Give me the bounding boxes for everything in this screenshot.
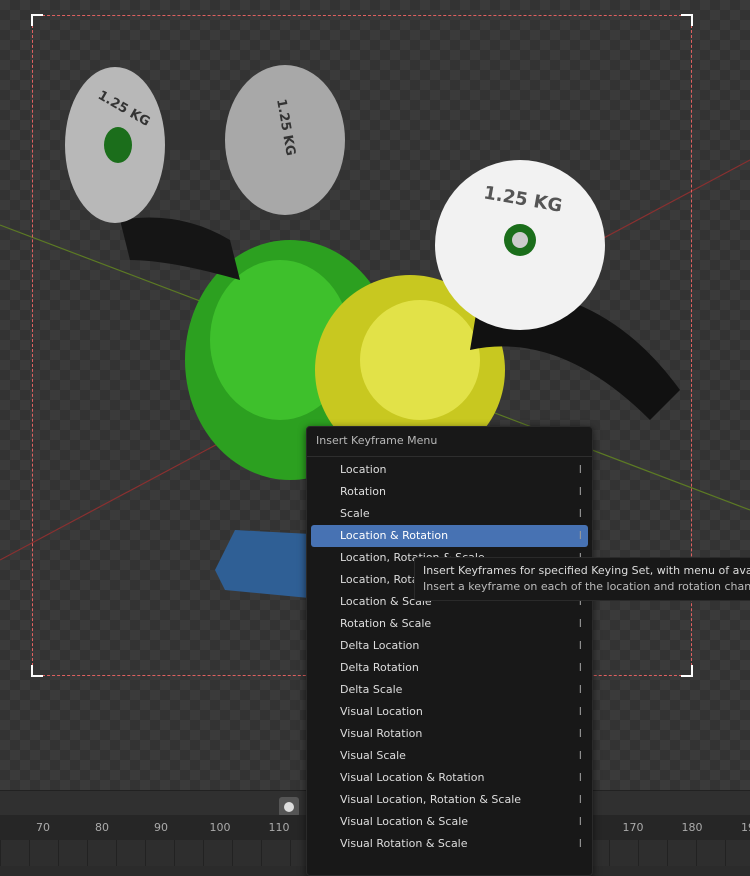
- shortcut-hint: I: [578, 705, 582, 718]
- frame-tick: 180: [681, 821, 703, 834]
- shortcut-hint: I: [578, 485, 582, 498]
- menu-item[interactable]: Visual Location I: [311, 701, 588, 723]
- menu-item-label: Location: [340, 463, 387, 476]
- menu-item-label: Visual Scale: [340, 749, 406, 762]
- menu-item-label: Delta Scale: [340, 683, 403, 696]
- shortcut-hint: I: [578, 683, 582, 696]
- tooltip-title: Insert Keyframes for specified Keying Se…: [423, 564, 750, 577]
- insert-keyframe-menu: Insert Keyframe Menu Location I Rotation I S…: [306, 426, 593, 876]
- menu-item[interactable]: Visual Scale I: [311, 745, 588, 767]
- menu-item-label: Delta Rotation: [340, 661, 419, 674]
- menu-item-label: Visual Location, Rotation & Scale: [340, 793, 522, 806]
- menu-item[interactable]: Rotation & Scale I: [311, 613, 588, 635]
- menu-item-label: Rotation & Scale: [340, 617, 432, 630]
- frame-tick: 90: [154, 821, 168, 834]
- menu-item[interactable]: Visual Location, Rotation & Scale I: [311, 789, 588, 811]
- menu-item[interactable]: Visual Rotation I: [311, 723, 588, 745]
- menu-item[interactable]: Rotation I: [311, 481, 588, 503]
- shortcut-hint: I: [578, 463, 582, 476]
- shortcut-hint: I: [578, 837, 582, 850]
- record-button[interactable]: [279, 797, 299, 817]
- frame-tick: 100: [209, 821, 231, 834]
- menu-item-label: Scale: [340, 507, 370, 520]
- frame-tick: 70: [36, 821, 50, 834]
- shortcut-hint: I: [578, 793, 582, 806]
- menu-item-label: Location & Rotation: [340, 529, 449, 542]
- frame-tick: 80: [95, 821, 109, 834]
- tooltip: Insert Keyframes for specified Keying Se…: [414, 557, 750, 601]
- menu-item[interactable]: Visual Rotation & Scale I: [311, 833, 588, 855]
- shortcut-hint: I: [578, 617, 582, 630]
- frame-tick: 110: [268, 821, 290, 834]
- menu-item-label: Visual Location & Rotation: [340, 771, 485, 784]
- menu-item[interactable]: Visual Location & Rotation I: [311, 767, 588, 789]
- menu-title: Insert Keyframe Menu: [307, 427, 592, 457]
- frame-tick: 19: [741, 821, 750, 834]
- shortcut-hint: I: [578, 507, 582, 520]
- shortcut-hint: I: [578, 771, 582, 784]
- menu-item-label: Visual Location & Scale: [340, 815, 469, 828]
- menu-item[interactable]: Delta Scale I: [311, 679, 588, 701]
- menu-item[interactable]: Delta Rotation I: [311, 657, 588, 679]
- menu-item-label: Delta Location: [340, 639, 420, 652]
- shortcut-hint: I: [578, 727, 582, 740]
- menu-item[interactable]: Delta Location I: [311, 635, 588, 657]
- menu-item-label: Visual Location: [340, 705, 423, 718]
- shortcut-hint: I: [578, 639, 582, 652]
- menu-item-label: Visual Rotation & Scale: [340, 837, 468, 850]
- frame-tick: 170: [622, 821, 644, 834]
- menu-item-label: Rotation: [340, 485, 387, 498]
- shortcut-hint: I: [578, 661, 582, 674]
- shortcut-hint: I: [578, 529, 582, 542]
- menu-item-label: Visual Rotation: [340, 727, 423, 740]
- tooltip-description: Insert a keyframe on each of the locatio…: [423, 580, 750, 593]
- menu-item[interactable]: Location & Rotation I: [311, 525, 588, 547]
- menu-item[interactable]: Scale I: [311, 503, 588, 525]
- menu-item[interactable]: Visual Location & Scale I: [311, 811, 588, 833]
- shortcut-hint: I: [578, 815, 582, 828]
- menu-item[interactable]: Location I: [311, 459, 588, 481]
- shortcut-hint: I: [578, 749, 582, 762]
